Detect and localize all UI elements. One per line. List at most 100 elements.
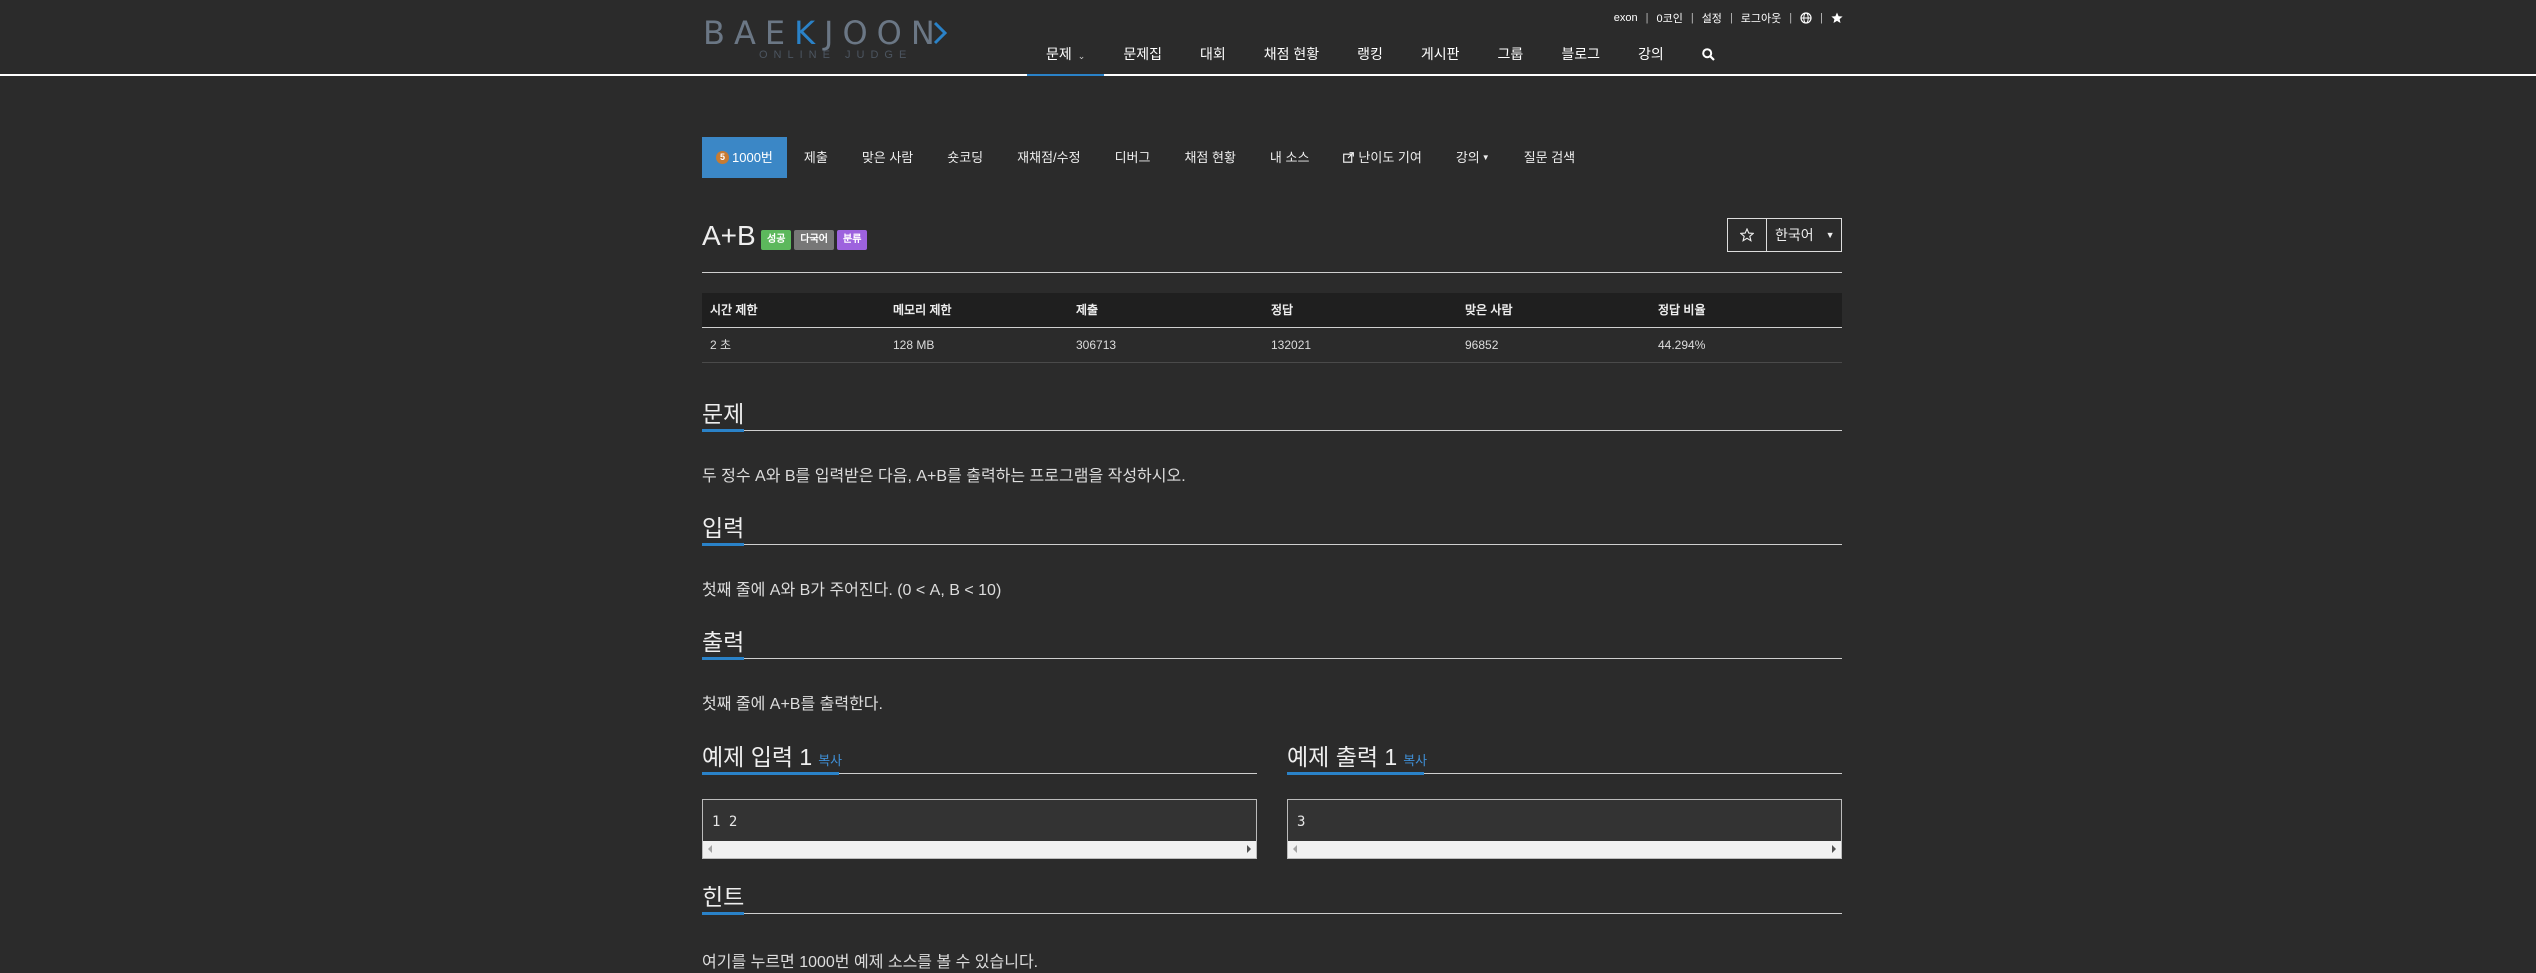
settings-link[interactable]: 설정 [1702,10,1722,26]
horizontal-scrollbar[interactable] [703,841,1256,858]
submissions-value: 306713 [1076,338,1117,352]
header-solved-users: 맞은 사람 [1465,303,1513,317]
username-link[interactable]: exon [1614,12,1638,24]
hint-link-text[interactable]: 여기를 누르면 1000번 예제 소스를 볼 수 있습니다. [702,948,1038,972]
caret-down-icon: ▼ [1481,153,1490,162]
input-description: 첫째 줄에 A와 B가 주어진다. (0 < A, B < 10) [702,582,1002,599]
scroll-right-icon[interactable] [1247,845,1251,853]
time-limit-value: 2 초 [710,338,732,352]
tab-rejudge[interactable]: 재채점/수정 [1000,137,1097,178]
header-memory-limit: 메모리 제한 [893,303,952,317]
problem-badges: 성공 다국어 분류 [761,230,868,250]
nav-item-ranking[interactable]: 랭킹 [1338,40,1402,76]
caret-down-icon: ▼ [1825,230,1835,240]
divider: | [1789,12,1793,24]
sample-input-heading: 예제 입력 1 복사 [702,736,1257,775]
output-description: 첫째 줄에 A+B를 출력한다. [702,696,883,713]
search-icon [1701,48,1715,61]
language-controls: 한국어 ▼ [1727,218,1842,252]
header-submissions: 제출 [1076,303,1099,317]
section-problem-heading: 문제 [702,393,1842,432]
accept-ratio-value: 44.294% [1658,338,1706,352]
table-row: 2 초 128 MB 306713 132021 96852 44.294% [702,328,1842,363]
solved-users-value: 96852 [1465,338,1499,352]
tab-lectures[interactable]: 강의 ▼ [1439,137,1507,178]
tab-difficulty[interactable]: 난이도 기여 [1326,137,1438,178]
accepted-value: 132021 [1271,338,1312,352]
badge-multilang: 다국어 [794,230,835,250]
logo-wordmark: BAEKJOON [703,14,944,52]
header-accepted: 정답 [1271,303,1294,317]
tab-problem-number[interactable]: 5 1000번 [702,137,787,178]
favorite-button[interactable] [1728,219,1767,251]
chevron-down-icon: ⌄ [1077,51,1086,61]
scroll-left-icon[interactable] [708,845,712,853]
globe-icon[interactable] [1800,12,1812,24]
problem-description: 두 정수 A와 B를 입력받은 다음, A+B를 출력하는 프로그램을 작성하시… [702,468,1186,485]
horizontal-scrollbar[interactable] [1288,841,1841,858]
section-input-heading: 입력 [702,507,1842,546]
heading-underline [702,657,744,660]
external-link-icon [1343,152,1355,163]
header-time-limit: 시간 제한 [710,303,758,317]
site-logo[interactable]: BAEKJOON ONLINE JUDGE [703,16,953,66]
memory-limit-value: 128 MB [893,338,935,352]
sample-input-box[interactable]: 1 2 [702,799,1257,859]
copy-output-button[interactable]: 복사 [1403,753,1427,768]
user-topbar: exon | 0코인 | 설정 | 로그아웃 | | [1614,10,1843,26]
sample-output-title: 예제 출력 1 [1287,744,1398,770]
tab-submit[interactable]: 제출 [787,137,845,178]
logo-subtitle: ONLINE JUDGE [759,49,913,61]
sample-output-heading: 예제 출력 1 복사 [1287,736,1842,775]
table-header-row: 시간 제한 메모리 제한 제출 정답 맞은 사람 정답 비율 [702,293,1842,328]
tab-debug[interactable]: 디버그 [1098,137,1168,178]
header-accept-ratio: 정답 비율 [1658,303,1706,317]
tab-short-coding[interactable]: 숏코딩 [930,137,1000,178]
star-outline-icon [1740,228,1754,242]
heading-underline [702,912,744,915]
badge-category[interactable]: 분류 [837,230,868,250]
problem-subnav: 5 1000번 제출 맞은 사람 숏코딩 재채점/수정 디버그 채점 현황 내 소… [702,137,1592,178]
problem-info-table: 시간 제한 메모리 제한 제출 정답 맞은 사람 정답 비율 2 초 128 M… [702,293,1842,363]
nav-item-groups[interactable]: 그룹 [1479,40,1543,76]
tab-status[interactable]: 채점 현황 [1167,137,1252,178]
copy-input-button[interactable]: 복사 [818,753,842,768]
scroll-right-icon[interactable] [1832,845,1836,853]
badge-success: 성공 [761,230,792,250]
nav-item-workbooks[interactable]: 문제집 [1104,40,1181,76]
scroll-left-icon[interactable] [1293,845,1297,853]
tier-medal-icon: 5 [716,151,729,164]
nav-item-lectures[interactable]: 강의 [1619,40,1683,76]
nav-item-problems[interactable]: 문제 ⌄ [1027,40,1105,76]
logo-chevron-icon [933,21,948,45]
divider: | [1820,12,1823,24]
sample-output-code: 3 [1297,814,1306,830]
language-select[interactable]: 한국어 ▼ [1767,219,1841,251]
logout-link[interactable]: 로그아웃 [1741,10,1781,26]
section-output-heading: 출력 [702,621,1842,660]
heading-underline [702,772,839,775]
coins-link[interactable]: 0코인 [1656,10,1682,26]
main-nav: 문제 ⌄ 문제집 대회 채점 현황 랭킹 게시판 그룹 블로그 강의 [1027,40,1734,76]
section-hint-heading: 힌트 [702,876,1842,915]
star-icon[interactable] [1831,12,1843,24]
search-button[interactable] [1683,40,1734,76]
heading-underline [702,543,744,546]
divider: | [1645,12,1649,24]
sample-input-title: 예제 입력 1 [702,744,813,770]
tab-solved-users[interactable]: 맞은 사람 [845,137,930,178]
problem-title: A+B [702,220,756,251]
sample-input-code: 1 2 [712,814,738,830]
nav-item-board[interactable]: 게시판 [1402,40,1479,76]
divider: | [1729,12,1733,24]
tab-question-search[interactable]: 질문 검색 [1507,137,1592,178]
sample-output-box[interactable]: 3 [1287,799,1842,859]
heading-underline [702,429,744,432]
nav-item-contests[interactable]: 대회 [1181,40,1245,76]
site-header: BAEKJOON ONLINE JUDGE exon | 0코인 | 설정 | … [0,0,2536,76]
heading-underline [1287,772,1424,775]
nav-item-status[interactable]: 채점 현황 [1245,40,1338,76]
divider: | [1690,12,1694,24]
nav-item-blog[interactable]: 블로그 [1542,40,1619,76]
tab-my-source[interactable]: 내 소스 [1253,137,1327,178]
